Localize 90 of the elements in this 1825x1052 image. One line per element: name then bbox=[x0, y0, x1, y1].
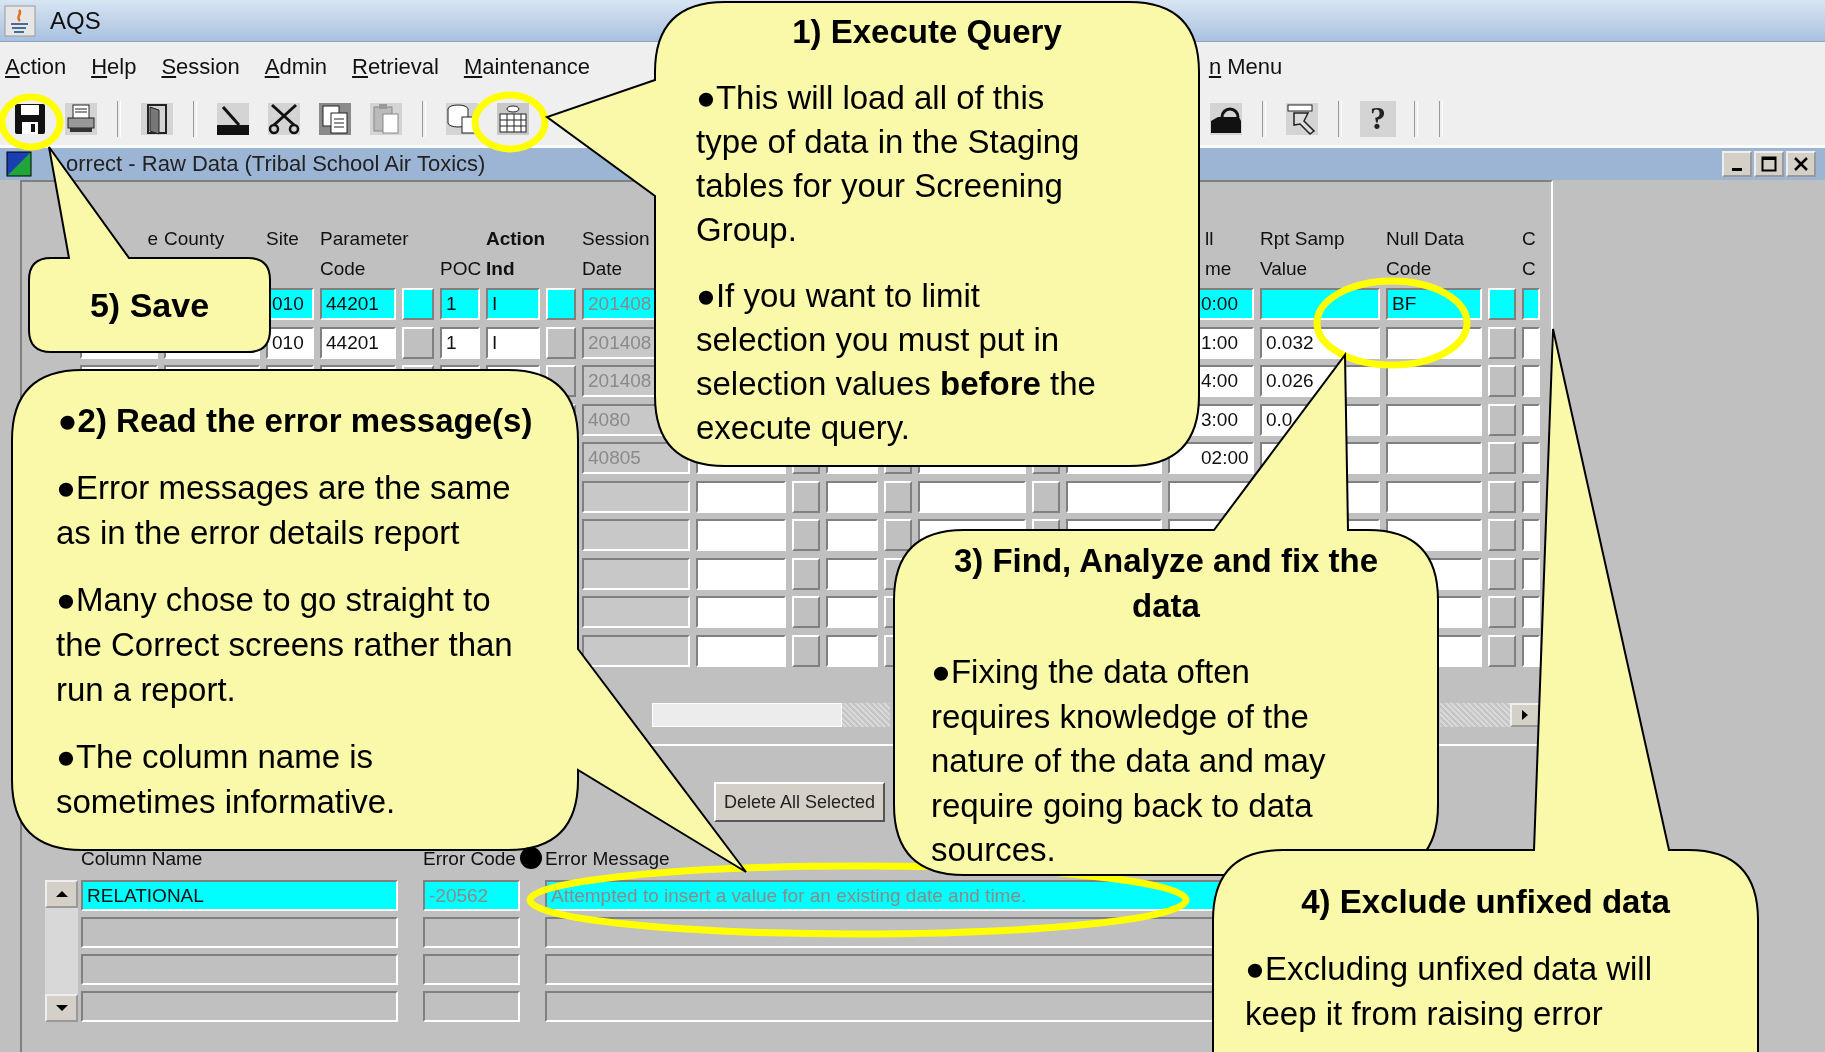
scroll-up-button[interactable] bbox=[45, 880, 78, 908]
dot-marker bbox=[520, 847, 542, 869]
callout-text: ●Excluding unfixed data will keep it from raising error bbox=[1245, 949, 1652, 1034]
column-header: POC bbox=[440, 257, 482, 281]
clipboard-icon bbox=[368, 100, 404, 137]
menu-item[interactable]: Session bbox=[161, 54, 240, 80]
scrollbar-thumb[interactable] bbox=[652, 702, 842, 727]
scroll-down-button[interactable] bbox=[45, 994, 78, 1022]
column-header: Ind bbox=[486, 257, 515, 281]
scroll-right-button[interactable] bbox=[1510, 702, 1540, 727]
delete-button[interactable]: Delete All Selected bbox=[714, 782, 886, 822]
callout-text: ●The column name is sometimes informative. bbox=[56, 737, 396, 822]
toolbar-button[interactable] bbox=[266, 100, 302, 137]
column-header: Code bbox=[320, 257, 366, 281]
callout-title: 3) Find, Analyze and fix the data bbox=[953, 541, 1379, 626]
column-header: Value bbox=[1260, 257, 1308, 281]
window-title: orrect - Raw Data (Tribal School Air Toxics) bbox=[66, 151, 486, 177]
down-triangle-icon bbox=[54, 1004, 69, 1012]
horizontal-scrollbar[interactable] bbox=[652, 702, 890, 727]
table-cell: 44201 bbox=[320, 326, 396, 359]
callout-title: 1) Execute Query bbox=[792, 12, 1062, 52]
app-title: AQS bbox=[50, 6, 101, 35]
table-cell: I bbox=[486, 326, 540, 359]
table-cell: 0.032 bbox=[1260, 326, 1380, 359]
toolbar-button[interactable] bbox=[317, 100, 353, 137]
close-icon bbox=[1793, 156, 1809, 172]
column-header: Session bbox=[582, 227, 650, 251]
column-header: Parameter bbox=[320, 227, 409, 251]
callout-text: ●Error messages are the same as in the error details report bbox=[56, 468, 511, 553]
close-button[interactable] bbox=[1786, 151, 1816, 177]
table-cell: 1 bbox=[440, 326, 480, 359]
column-header: Error Message bbox=[545, 847, 670, 871]
column-header: Error Code bbox=[423, 847, 516, 871]
toolbar-button[interactable] bbox=[215, 100, 251, 137]
printer-icon bbox=[63, 100, 99, 137]
toolbar-button[interactable] bbox=[63, 100, 99, 137]
door-icon bbox=[139, 100, 175, 137]
column-header: Code bbox=[1386, 257, 1432, 281]
column-header: Site bbox=[266, 227, 299, 251]
callout-text: ●Many chose to go straight to the Correct screens rather than run a report. bbox=[56, 580, 513, 710]
column-header: Null Data bbox=[1386, 227, 1465, 251]
toolbar-button[interactable] bbox=[1208, 100, 1244, 137]
callout-text: ●If you want to limit selection you must put in selection values before the execute query. bbox=[696, 276, 1096, 448]
toolbar-button[interactable] bbox=[139, 100, 175, 137]
minimize-icon bbox=[1732, 167, 1742, 171]
menu-item[interactable]: Action bbox=[5, 54, 67, 80]
pen-icon bbox=[215, 100, 251, 137]
app-icon bbox=[4, 4, 36, 37]
column-header: C bbox=[1522, 257, 1536, 281]
menu-item[interactable]: Maintenance bbox=[463, 54, 590, 80]
table-cell: I bbox=[486, 288, 540, 320]
flashlight-icon bbox=[1284, 100, 1320, 137]
table-cell: 40805 bbox=[582, 442, 690, 474]
table-cell: RELATIONAL bbox=[81, 880, 398, 911]
column-header: Action bbox=[486, 227, 546, 251]
up-triangle-icon bbox=[54, 890, 69, 898]
form-icon bbox=[6, 151, 32, 177]
column-header: e bbox=[147, 227, 158, 251]
callout-text: ●Fixing the data often requires knowledge of the nature of the data and may require going back to data sources. bbox=[931, 652, 1326, 870]
help-button[interactable]: ? bbox=[1360, 100, 1396, 137]
toolbar-button[interactable] bbox=[1284, 100, 1320, 137]
menu-item[interactable]: Admin bbox=[264, 54, 328, 80]
table-icon bbox=[495, 100, 531, 137]
table-cell: 02:00 bbox=[1168, 442, 1254, 474]
menu-item[interactable]: Retrieval bbox=[352, 54, 439, 80]
column-header: Date bbox=[582, 257, 623, 281]
maximize-icon bbox=[1761, 156, 1777, 172]
column-header: me bbox=[1205, 257, 1232, 281]
menu-item[interactable]: n Menu bbox=[1208, 54, 1283, 80]
callout-title: 5) Save bbox=[89, 285, 210, 325]
menu-item[interactable]: Help bbox=[91, 54, 137, 80]
table-cell: 010 bbox=[266, 326, 314, 359]
table-cell: 44201 bbox=[320, 288, 396, 320]
table-cell: 1 bbox=[440, 288, 480, 320]
callout-title: ●2) Read the error message(s) bbox=[57, 401, 533, 441]
callout-text: ●This will load all of this type of data in the Staging tables for your Screening Group. bbox=[696, 78, 1080, 250]
pages-icon bbox=[317, 100, 353, 137]
vertical-scrollbar[interactable] bbox=[45, 880, 78, 1022]
column-header: Column Name bbox=[81, 847, 203, 871]
column-header: Rpt Samp bbox=[1260, 227, 1345, 251]
maximize-button[interactable] bbox=[1754, 151, 1784, 177]
column-header: C bbox=[1522, 227, 1536, 251]
column-header: ll bbox=[1205, 227, 1214, 251]
minimize-button[interactable] bbox=[1722, 151, 1752, 177]
scissors-icon bbox=[266, 100, 302, 137]
tray-icon bbox=[1208, 100, 1244, 137]
column-header: County bbox=[164, 227, 225, 251]
toolbar-button[interactable] bbox=[495, 100, 531, 137]
table-cell: -20562 bbox=[423, 880, 520, 911]
right-triangle-icon bbox=[1520, 708, 1530, 721]
